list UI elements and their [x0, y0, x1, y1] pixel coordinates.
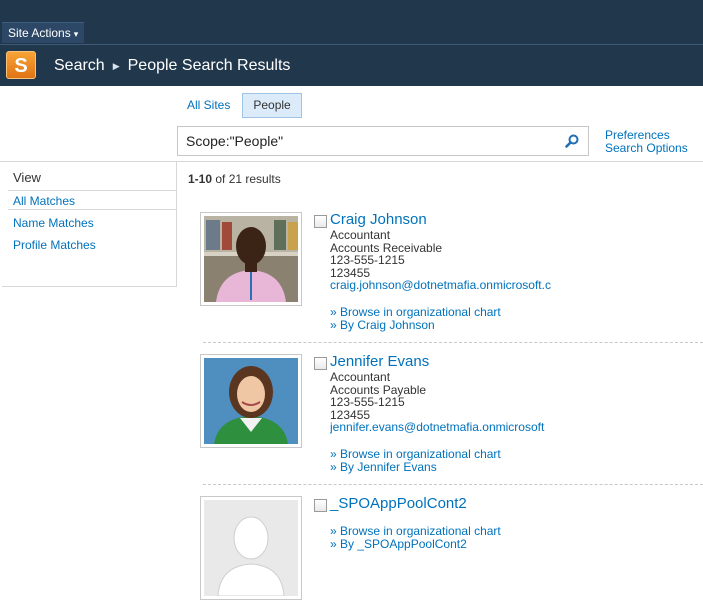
view-refiner: View All Matches Name Matches Profile Ma… [2, 162, 177, 287]
person-details: Accountant Accounts Payable 123-555-1215… [330, 371, 563, 434]
org-chart-link[interactable]: » Browse in organizational chart [330, 447, 501, 461]
result-separator [203, 342, 703, 343]
sharepoint-logo-icon[interactable]: S [6, 51, 36, 79]
by-person-link[interactable]: » By _SPOAppPoolCont2 [330, 537, 467, 551]
person-name[interactable]: Craig Johnson [330, 211, 427, 228]
person-title: Accountant [330, 229, 391, 242]
result-checkbox[interactable] [314, 357, 327, 370]
profile-photo[interactable] [200, 212, 302, 306]
site-actions-menu[interactable]: Site Actions ▾ [2, 22, 85, 43]
ribbon-bar: Site Actions ▾ [0, 0, 703, 44]
results-count: 1-10 of 21 results [188, 172, 281, 186]
person-phone: 123-555-1215 [330, 253, 405, 267]
breadcrumb-search[interactable]: Search [54, 57, 105, 74]
person-name[interactable]: Jennifer Evans [330, 353, 429, 370]
preferences-links: Preferences Search Options [605, 129, 688, 155]
person-photo-icon [204, 216, 298, 302]
breadcrumb: Search ▶ People Search Results [54, 57, 290, 75]
caret-down-icon: ▾ [73, 29, 79, 39]
tab-people[interactable]: People [242, 93, 302, 118]
result-checkbox[interactable] [314, 499, 327, 512]
tab-all-sites[interactable]: All Sites [177, 94, 240, 117]
title-bar: S Search ▶ People Search Results [0, 44, 703, 86]
org-chart-link[interactable]: » Browse in organizational chart [330, 305, 501, 319]
by-person-link[interactable]: » By Jennifer Evans [330, 460, 437, 474]
results-total: of 21 results [212, 172, 281, 186]
result-separator [203, 484, 703, 485]
org-chart-link[interactable]: » Browse in organizational chart [330, 524, 501, 538]
search-icon[interactable] [564, 133, 580, 149]
search-box [177, 126, 589, 156]
person-email[interactable]: craig.johnson@dotnetmafia.onmicrosoft.c [330, 279, 563, 292]
by-person-link[interactable]: » By Craig Johnson [330, 318, 435, 332]
breadcrumb-arrow-icon: ▶ [112, 60, 120, 71]
view-title: View [13, 170, 41, 185]
page-title: People Search Results [127, 57, 291, 74]
person-email[interactable]: jennifer.evans@dotnetmafia.onmicrosoft [330, 421, 563, 434]
person-details: Accountant Accounts Receivable 123-555-1… [330, 229, 563, 292]
result-checkbox[interactable] [314, 215, 327, 228]
site-actions-label: Site Actions [8, 26, 71, 40]
person-photo-icon [204, 358, 298, 444]
nav-profile-matches[interactable]: Profile Matches [13, 238, 96, 252]
person-name[interactable]: _SPOAppPoolCont2 [330, 495, 467, 512]
person-title: Accountant [330, 371, 391, 384]
person-phone: 123-555-1215 [330, 395, 405, 409]
scope-tabs: All Sites People [177, 93, 304, 118]
search-input[interactable] [186, 132, 546, 150]
search-options-link[interactable]: Search Options [605, 142, 688, 155]
results-range: 1-10 [188, 172, 213, 186]
profile-photo[interactable] [200, 496, 302, 600]
default-avatar-icon [204, 500, 298, 596]
nav-all-matches[interactable]: All Matches [8, 190, 176, 210]
profile-photo[interactable] [200, 354, 302, 448]
nav-name-matches[interactable]: Name Matches [13, 216, 94, 230]
